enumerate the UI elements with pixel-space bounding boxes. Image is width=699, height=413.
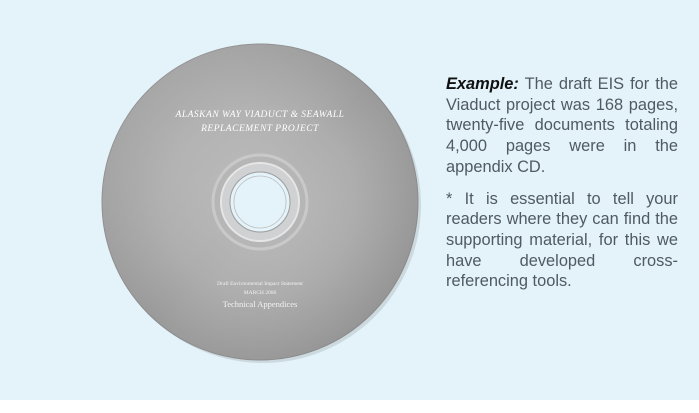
description-text: Example: The draft EIS for the Viaduct p… <box>446 74 678 303</box>
example-lead: Example: <box>446 75 519 93</box>
info-panel: ALASKAN WAY VIADUCT & SEAWALL REPLACEMEN… <box>0 0 699 400</box>
cd-disc-image: ALASKAN WAY VIADUCT & SEAWALL REPLACEMEN… <box>100 42 422 364</box>
note-paragraph: * It is essential to tell your readers w… <box>446 189 678 291</box>
disc-title-line2: REPLACEMENT PROJECT <box>200 124 319 134</box>
disc-title-line1: ALASKAN WAY VIADUCT & SEAWALL <box>175 110 345 120</box>
disc-label: Technical Appendices <box>223 299 298 309</box>
disc-subtitle: Draft Environmental Impact Statement <box>217 280 303 287</box>
example-paragraph: Example: The draft EIS for the Viaduct p… <box>446 74 678 178</box>
disc-date: MARCH 2006 <box>244 290 277 296</box>
